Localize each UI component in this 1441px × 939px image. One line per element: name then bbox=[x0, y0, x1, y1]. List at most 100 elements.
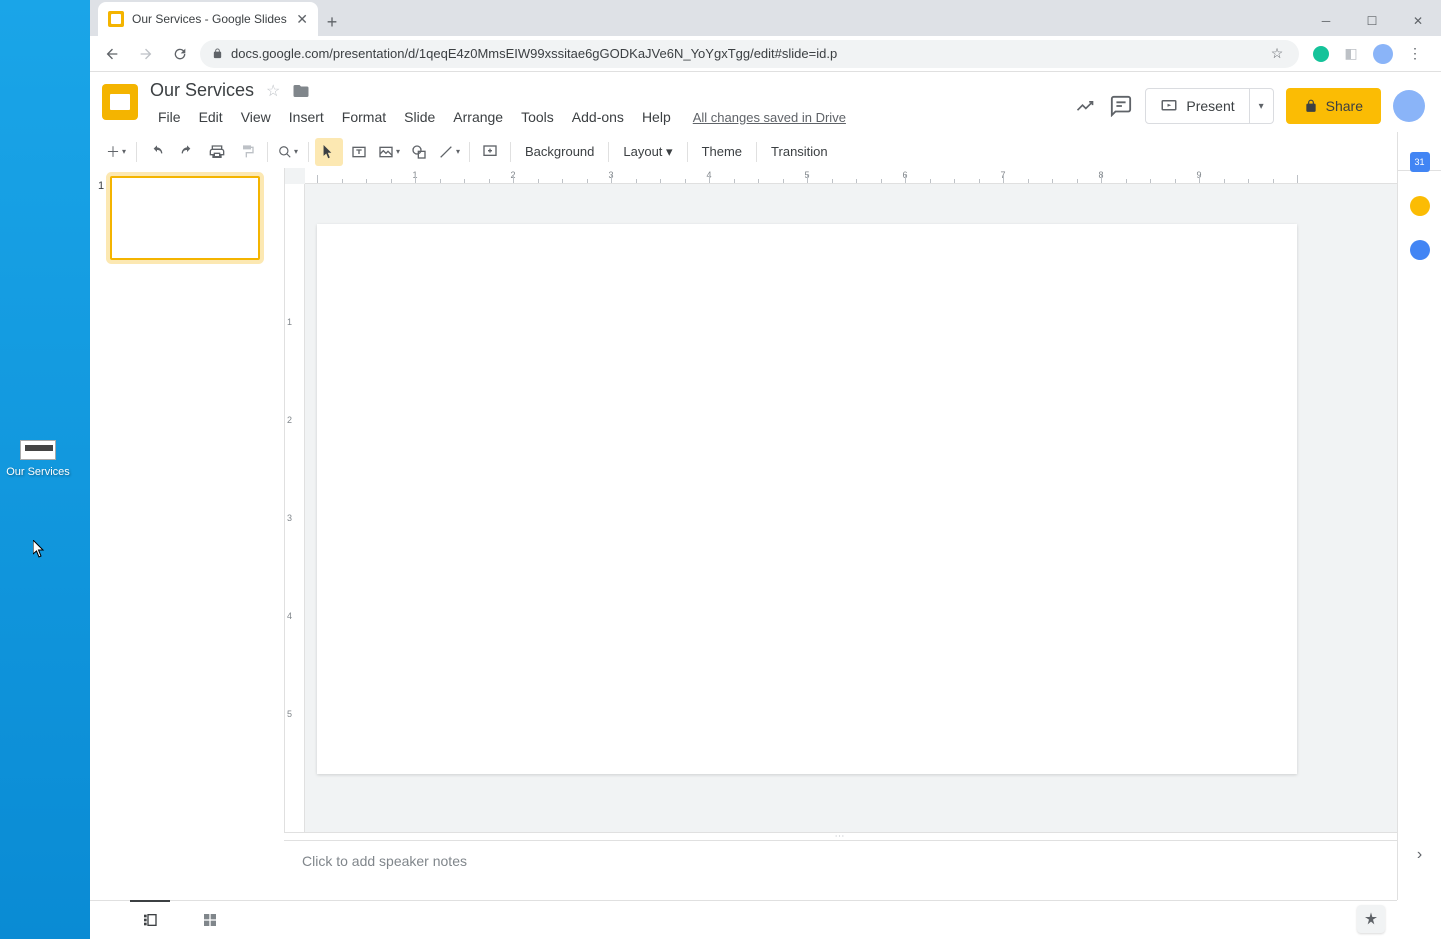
extension-grammarly-icon[interactable] bbox=[1313, 46, 1329, 62]
star-document-icon[interactable]: ☆ bbox=[266, 81, 280, 101]
filmstrip-view-button[interactable] bbox=[120, 904, 180, 936]
menu-tools[interactable]: Tools bbox=[513, 105, 562, 129]
browser-menu-icon[interactable]: ⋮ bbox=[1405, 44, 1425, 64]
present-icon bbox=[1160, 97, 1178, 115]
shape-tool[interactable] bbox=[405, 138, 433, 166]
account-avatar[interactable] bbox=[1393, 90, 1425, 122]
menu-edit[interactable]: Edit bbox=[191, 105, 231, 129]
share-button[interactable]: Share bbox=[1286, 88, 1381, 124]
close-window-button[interactable]: ✕ bbox=[1395, 6, 1441, 36]
keep-addon-icon[interactable] bbox=[1410, 196, 1430, 216]
chrome-window: Our Services - Google Slides ✕ + ─ ☐ ✕ d… bbox=[90, 0, 1441, 939]
present-label: Present bbox=[1186, 98, 1234, 114]
menu-insert[interactable]: Insert bbox=[281, 105, 332, 129]
comments-icon[interactable] bbox=[1109, 94, 1133, 118]
horizontal-ruler: 123456789 bbox=[305, 168, 1397, 184]
menu-view[interactable]: View bbox=[233, 105, 279, 129]
slide-thumbnail-panel: 1 bbox=[90, 168, 284, 900]
menu-bar: File Edit View Insert Format Slide Arran… bbox=[150, 105, 1061, 129]
main-area: 1 123456789 12345 bbox=[90, 168, 1397, 900]
desktop-background: Our Services bbox=[0, 0, 90, 939]
separator bbox=[608, 142, 609, 162]
slides-logo-icon[interactable] bbox=[102, 84, 138, 120]
menu-help[interactable]: Help bbox=[634, 105, 679, 129]
thumbnail-preview bbox=[110, 176, 260, 260]
vertical-ruler: 12345 bbox=[285, 184, 305, 900]
canvas-area: 123456789 12345 bbox=[284, 168, 1397, 900]
mouse-cursor bbox=[33, 540, 47, 558]
textbox-tool[interactable] bbox=[345, 138, 373, 166]
add-comment-button[interactable] bbox=[476, 138, 504, 166]
select-tool[interactable] bbox=[315, 138, 343, 166]
ruler-label: 4 bbox=[287, 611, 292, 621]
explore-button[interactable] bbox=[1357, 905, 1385, 933]
side-panel: › bbox=[1397, 132, 1441, 900]
document-title[interactable]: Our Services bbox=[150, 80, 254, 101]
separator bbox=[687, 142, 688, 162]
desktop-file-label: Our Services bbox=[3, 466, 73, 478]
present-button[interactable]: Present bbox=[1146, 97, 1248, 115]
line-tool[interactable] bbox=[435, 138, 463, 166]
side-panel-collapse-icon[interactable]: › bbox=[1405, 840, 1435, 870]
print-button[interactable] bbox=[203, 138, 231, 166]
tasks-addon-icon[interactable] bbox=[1410, 240, 1430, 260]
address-bar[interactable]: docs.google.com/presentation/d/1qeqE4z0M… bbox=[200, 40, 1299, 68]
new-tab-button[interactable]: + bbox=[318, 8, 346, 36]
redo-button[interactable] bbox=[173, 138, 201, 166]
separator bbox=[756, 142, 757, 162]
reload-button[interactable] bbox=[166, 40, 194, 68]
background-button[interactable]: Background bbox=[517, 144, 602, 159]
activity-dashboard-icon[interactable] bbox=[1073, 94, 1097, 118]
slide-canvas[interactable] bbox=[317, 224, 1297, 774]
layout-button[interactable]: Layout ▾ bbox=[615, 144, 680, 160]
ruler-label: 3 bbox=[287, 513, 292, 523]
menu-file[interactable]: File bbox=[150, 105, 189, 129]
desktop-file-icon[interactable]: Our Services bbox=[3, 440, 73, 478]
separator bbox=[510, 142, 511, 162]
star-bookmark-icon[interactable]: ☆ bbox=[1267, 44, 1287, 64]
ruler-label: 1 bbox=[287, 317, 292, 327]
speaker-notes[interactable]: Click to add speaker notes bbox=[284, 840, 1397, 900]
slides-header: Our Services ☆ File Edit View Insert For… bbox=[90, 72, 1441, 129]
close-tab-icon[interactable]: ✕ bbox=[296, 11, 308, 28]
minimize-window-button[interactable]: ─ bbox=[1303, 6, 1349, 36]
new-slide-button[interactable]: ＋ bbox=[102, 138, 130, 166]
menu-addons[interactable]: Add-ons bbox=[564, 105, 632, 129]
zoom-button[interactable] bbox=[274, 138, 302, 166]
undo-button[interactable] bbox=[143, 138, 171, 166]
paint-format-button[interactable] bbox=[233, 138, 261, 166]
present-button-group: Present ▾ bbox=[1145, 88, 1273, 124]
present-dropdown[interactable]: ▾ bbox=[1249, 89, 1273, 123]
transition-button[interactable]: Transition bbox=[763, 144, 836, 159]
browser-profile-avatar[interactable] bbox=[1373, 44, 1393, 64]
forward-button[interactable] bbox=[132, 40, 160, 68]
separator bbox=[308, 142, 309, 162]
extension-icon[interactable]: ◧ bbox=[1341, 44, 1361, 64]
toolbar: ＋ bbox=[90, 133, 1441, 171]
thumbnail-number: 1 bbox=[98, 176, 104, 260]
share-label: Share bbox=[1326, 98, 1363, 114]
browser-tab-strip: Our Services - Google Slides ✕ + ─ ☐ ✕ bbox=[90, 0, 1441, 36]
notes-resize-handle[interactable]: ⋯ bbox=[284, 832, 1397, 840]
menu-slide[interactable]: Slide bbox=[396, 105, 443, 129]
maximize-window-button[interactable]: ☐ bbox=[1349, 6, 1395, 36]
drag-dots-icon: ⋯ bbox=[835, 831, 847, 842]
browser-tab[interactable]: Our Services - Google Slides ✕ bbox=[98, 2, 318, 36]
image-tool[interactable] bbox=[375, 138, 403, 166]
save-status[interactable]: All changes saved in Drive bbox=[693, 110, 846, 125]
move-folder-icon[interactable] bbox=[292, 82, 310, 100]
url-text: docs.google.com/presentation/d/1qeqE4z0M… bbox=[231, 46, 1259, 61]
separator bbox=[267, 142, 268, 162]
browser-toolbar: docs.google.com/presentation/d/1qeqE4z0M… bbox=[90, 36, 1441, 72]
menu-format[interactable]: Format bbox=[334, 105, 394, 129]
separator bbox=[136, 142, 137, 162]
back-button[interactable] bbox=[98, 40, 126, 68]
calendar-addon-icon[interactable] bbox=[1410, 152, 1430, 172]
bottom-bar bbox=[90, 900, 1397, 939]
menu-arrange[interactable]: Arrange bbox=[445, 105, 511, 129]
slide-thumbnail[interactable]: 1 bbox=[98, 176, 276, 260]
grid-view-button[interactable] bbox=[180, 904, 240, 936]
slides-favicon bbox=[108, 11, 124, 27]
tab-title: Our Services - Google Slides bbox=[132, 12, 288, 26]
theme-button[interactable]: Theme bbox=[694, 144, 750, 159]
